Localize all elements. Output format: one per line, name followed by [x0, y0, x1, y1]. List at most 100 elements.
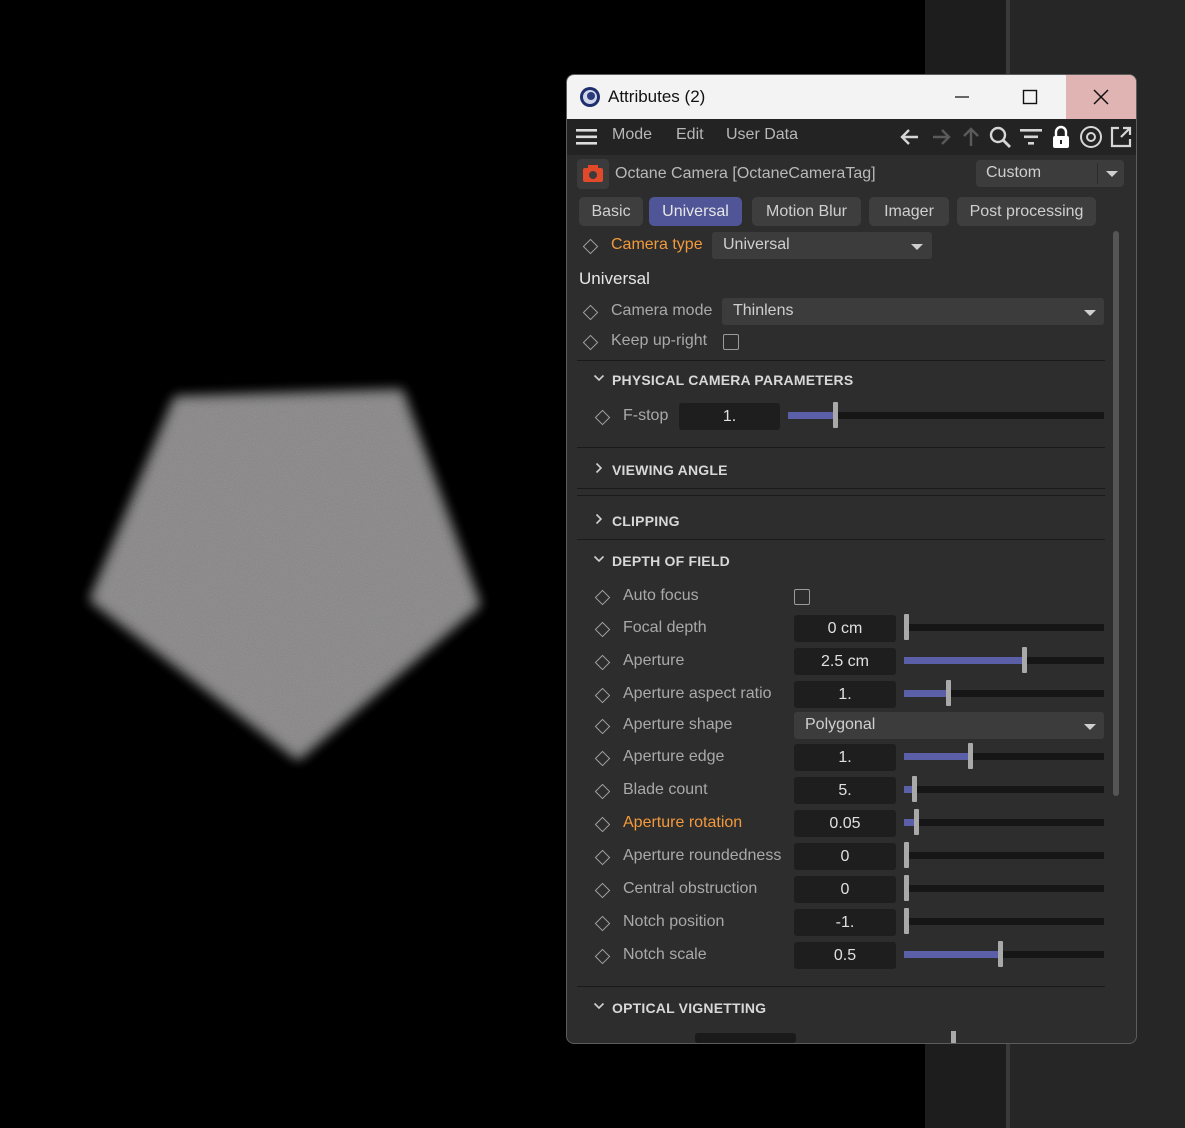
slider-handle[interactable]	[946, 680, 951, 706]
partially-visible-field[interactable]	[695, 1033, 796, 1043]
chevron-down-icon	[1084, 724, 1096, 730]
chevron-down-icon[interactable]	[593, 553, 605, 565]
slider-handle[interactable]	[912, 776, 917, 802]
tab-post-processing[interactable]: Post processing	[957, 197, 1096, 226]
blade-count-field[interactable]: 5.	[794, 777, 896, 804]
keyframe-diamond-icon[interactable]	[594, 409, 611, 426]
central-obstruction-field[interactable]: 0	[794, 876, 896, 903]
aperture-aspect-ratio-field[interactable]: 1.	[794, 681, 896, 708]
focal-depth-slider[interactable]	[904, 614, 1104, 640]
close-button[interactable]	[1066, 75, 1136, 119]
chevron-right-icon[interactable]	[593, 513, 605, 525]
tab-motion-blur[interactable]: Motion Blur	[752, 197, 861, 226]
slider-handle[interactable]	[904, 842, 909, 868]
keyframe-diamond-icon[interactable]	[594, 687, 611, 704]
section-physical-camera[interactable]: PHYSICAL CAMERA PARAMETERS	[612, 372, 853, 388]
menu-edit[interactable]: Edit	[676, 126, 704, 144]
arrow-left-icon[interactable]	[898, 125, 922, 149]
notch-scale-slider[interactable]	[904, 941, 1104, 967]
lock-icon[interactable]	[1049, 125, 1073, 149]
filter-icon[interactable]	[1019, 125, 1043, 149]
focal-depth-label: Focal depth	[623, 619, 707, 636]
slider-handle[interactable]	[904, 908, 909, 934]
camera-type-dropdown[interactable]: Universal	[712, 232, 932, 259]
keyframe-diamond-icon[interactable]	[594, 621, 611, 638]
section-depth-of-field[interactable]: DEPTH OF FIELD	[612, 553, 730, 569]
slider-handle[interactable]	[968, 743, 973, 769]
tab-universal[interactable]: Universal	[649, 197, 742, 226]
keyframe-diamond-icon[interactable]	[594, 718, 611, 735]
keep-upright-checkbox[interactable]	[723, 334, 739, 350]
tab-basic[interactable]: Basic	[579, 197, 643, 226]
slider-fill	[904, 690, 948, 697]
chevron-right-icon[interactable]	[593, 462, 605, 474]
fstop-slider[interactable]	[788, 402, 1104, 428]
tab-imager[interactable]: Imager	[869, 197, 949, 226]
keyframe-diamond-icon[interactable]	[594, 654, 611, 671]
vertical-scrollbar[interactable]	[1113, 231, 1119, 796]
chevron-down-icon[interactable]	[593, 1000, 605, 1012]
keyframe-diamond-icon[interactable]	[594, 948, 611, 965]
maximize-button[interactable]	[996, 75, 1064, 119]
camera-type-label: Camera type	[611, 236, 703, 253]
aperture-edge-field[interactable]: 1.	[794, 744, 896, 771]
hamburger-icon[interactable]	[575, 125, 599, 149]
aperture-shape-label: Aperture shape	[623, 716, 733, 733]
slider-handle[interactable]	[914, 809, 919, 835]
slider-handle[interactable]	[833, 402, 839, 428]
target-icon[interactable]	[1079, 125, 1103, 149]
slider-handle[interactable]	[951, 1031, 956, 1043]
camera-mode-dropdown[interactable]: Thinlens	[722, 298, 1104, 325]
notch-position-slider[interactable]	[904, 908, 1104, 934]
notch-scale-field[interactable]: 0.5	[794, 942, 896, 969]
keyframe-diamond-icon[interactable]	[594, 849, 611, 866]
aperture-roundedness-field[interactable]: 0	[794, 843, 896, 870]
focal-depth-field[interactable]: 0 cm	[794, 615, 896, 642]
keyframe-diamond-icon[interactable]	[582, 304, 599, 321]
slider-fill	[904, 753, 970, 760]
slider-handle[interactable]	[998, 941, 1003, 967]
section-viewing-angle[interactable]: VIEWING ANGLE	[612, 462, 728, 478]
divider	[577, 986, 1105, 987]
central-obstruction-slider[interactable]	[904, 875, 1104, 901]
aperture-field[interactable]: 2.5 cm	[794, 648, 896, 675]
fstop-field[interactable]: 1.	[679, 403, 780, 430]
keyframe-diamond-icon[interactable]	[582, 238, 599, 255]
slider-handle[interactable]	[904, 875, 909, 901]
search-icon[interactable]	[988, 125, 1012, 149]
aperture-roundedness-slider[interactable]	[904, 842, 1104, 868]
title-bar[interactable]: Attributes (2)	[567, 75, 1136, 119]
aperture-label: Aperture	[623, 652, 685, 669]
slider-handle[interactable]	[904, 614, 909, 640]
arrow-right-icon[interactable]	[929, 125, 953, 149]
chevron-down-icon[interactable]	[593, 372, 605, 384]
aperture-roundedness-label: Aperture roundedness	[623, 847, 782, 864]
section-clipping[interactable]: CLIPPING	[612, 513, 680, 529]
camera-mode-label: Camera mode	[611, 302, 713, 319]
keyframe-diamond-icon[interactable]	[594, 783, 611, 800]
slider-handle[interactable]	[1022, 647, 1027, 673]
notch-position-field[interactable]: -1.	[794, 909, 896, 936]
keyframe-diamond-icon[interactable]	[594, 915, 611, 932]
new-window-icon[interactable]	[1109, 125, 1133, 149]
aperture-slider[interactable]	[904, 647, 1104, 673]
keyframe-diamond-icon[interactable]	[594, 882, 611, 899]
divider	[577, 539, 1105, 540]
keyframe-diamond-icon[interactable]	[594, 589, 611, 606]
menu-mode[interactable]: Mode	[612, 126, 652, 144]
arrow-up-icon[interactable]	[959, 125, 983, 149]
aperture-rotation-slider[interactable]	[904, 809, 1104, 835]
preset-dropdown[interactable]: Custom	[976, 160, 1124, 187]
minimize-button[interactable]	[928, 75, 996, 119]
section-optical-vignetting[interactable]: OPTICAL VIGNETTING	[612, 1000, 766, 1016]
aperture-aspect-ratio-slider[interactable]	[904, 680, 1104, 706]
auto-focus-checkbox[interactable]	[794, 589, 810, 605]
blade-count-slider[interactable]	[904, 776, 1104, 802]
keyframe-diamond-icon[interactable]	[594, 816, 611, 833]
keyframe-diamond-icon[interactable]	[594, 750, 611, 767]
menu-user-data[interactable]: User Data	[726, 126, 798, 144]
aperture-edge-slider[interactable]	[904, 743, 1104, 769]
aperture-shape-dropdown[interactable]: Polygonal	[794, 712, 1104, 739]
keyframe-diamond-icon[interactable]	[582, 334, 599, 351]
aperture-rotation-field[interactable]: 0.05	[794, 810, 896, 837]
